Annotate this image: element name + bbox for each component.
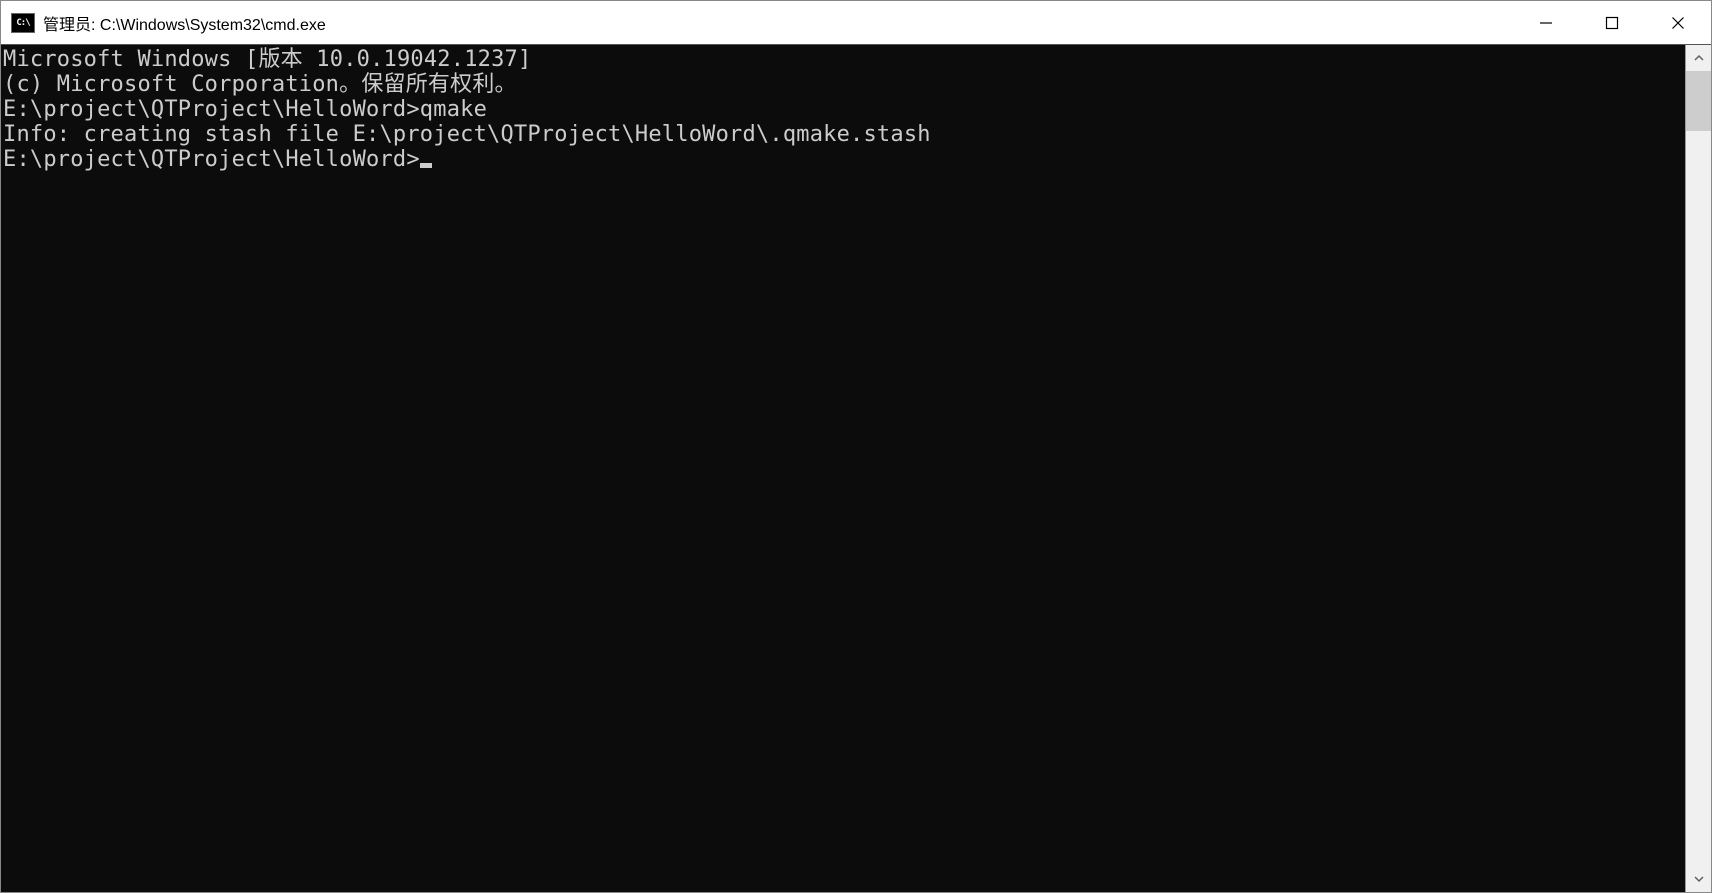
command-prompt-window: C:\ 管理员: C:\Windows\System32\cmd.exe Mic… [0, 0, 1712, 893]
terminal-line: Microsoft Windows [版本 10.0.19042.1237] [3, 47, 1685, 72]
terminal-line: E:\project\QTProject\HelloWord> [3, 147, 1685, 172]
close-icon [1671, 16, 1685, 30]
chevron-up-icon [1694, 53, 1704, 63]
cmd-icon: C:\ [11, 13, 35, 33]
scroll-up-button[interactable] [1686, 45, 1711, 71]
scroll-track[interactable] [1686, 71, 1711, 866]
scroll-thumb[interactable] [1686, 71, 1711, 131]
terminal-line: (c) Microsoft Corporation。保留所有权利。 [3, 72, 1685, 97]
cmd-icon-text: C:\ [16, 18, 29, 28]
close-button[interactable] [1645, 1, 1711, 44]
minimize-button[interactable] [1513, 1, 1579, 44]
maximize-icon [1605, 16, 1619, 30]
terminal-cursor [420, 163, 432, 168]
vertical-scrollbar[interactable] [1685, 45, 1711, 892]
minimize-icon [1539, 16, 1553, 30]
content-area: Microsoft Windows [版本 10.0.19042.1237](c… [1, 45, 1711, 892]
maximize-button[interactable] [1579, 1, 1645, 44]
scroll-down-button[interactable] [1686, 866, 1711, 892]
terminal-line: Info: creating stash file E:\project\QTP… [3, 122, 1685, 147]
terminal-line: E:\project\QTProject\HelloWord>qmake [3, 97, 1685, 122]
titlebar[interactable]: C:\ 管理员: C:\Windows\System32\cmd.exe [1, 1, 1711, 45]
chevron-down-icon [1694, 874, 1704, 884]
window-title: 管理员: C:\Windows\System32\cmd.exe [43, 11, 1513, 35]
window-controls [1513, 1, 1711, 44]
terminal-output[interactable]: Microsoft Windows [版本 10.0.19042.1237](c… [1, 45, 1685, 892]
